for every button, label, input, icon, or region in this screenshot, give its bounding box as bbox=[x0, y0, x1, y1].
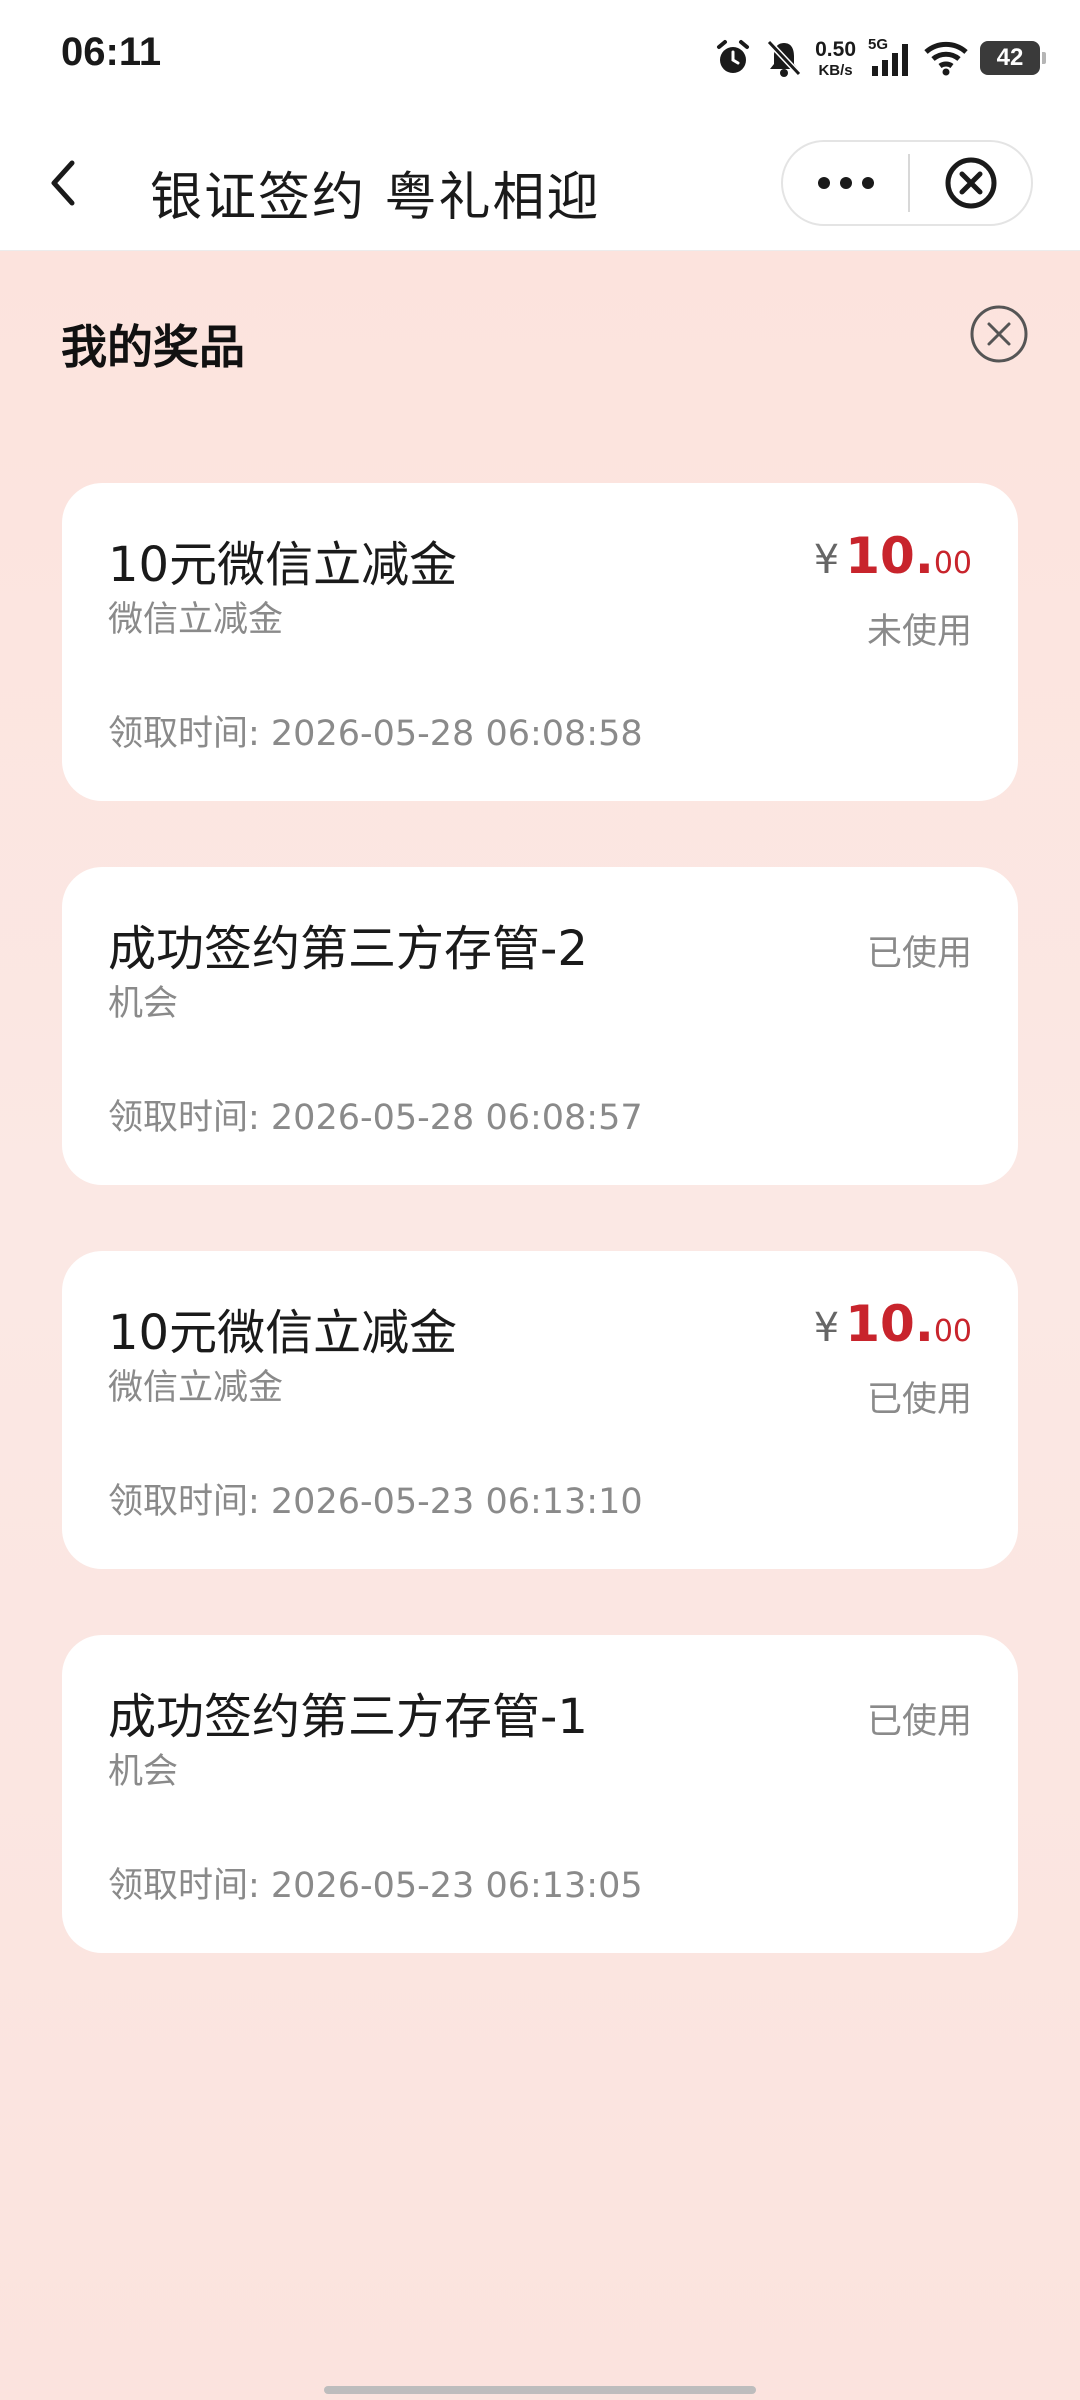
price-currency: ¥ bbox=[813, 1305, 840, 1351]
prize-price: ¥ 10. 00 bbox=[814, 527, 972, 585]
network-speed-value: 0.50 bbox=[815, 37, 856, 61]
prize-claim-time: 领取时间: 2026-05-23 06:13:05 bbox=[108, 1866, 643, 1906]
status-bar: 06:11 0.50 KB/s 5G 42 bbox=[0, 0, 1080, 115]
prize-claim-time: 领取时间: 2026-05-23 06:13:10 bbox=[108, 1482, 643, 1522]
prize-status: 未使用 bbox=[866, 612, 972, 652]
prize-status: 已使用 bbox=[866, 1702, 972, 1742]
alarm-icon bbox=[713, 38, 753, 78]
prize-card[interactable]: 10元微信立减金 微信立减金 ¥ 10. 00 已使用 领取时间: 2026-0… bbox=[62, 1251, 1018, 1569]
prize-card[interactable]: 成功签约第三方存管-2 机会 已使用 领取时间: 2026-05-28 06:0… bbox=[62, 867, 1018, 1185]
prize-name: 成功签约第三方存管-1 bbox=[108, 1689, 588, 1745]
back-arrow-icon[interactable] bbox=[36, 155, 92, 211]
prize-price: ¥ 10. 00 bbox=[814, 1295, 972, 1353]
network-type: 5G bbox=[868, 36, 889, 53]
prize-status: 已使用 bbox=[866, 1380, 972, 1420]
prize-subtype: 机会 bbox=[108, 1752, 179, 1792]
prize-card[interactable]: 10元微信立减金 微信立减金 ¥ 10. 00 未使用 领取时间: 2026-0… bbox=[62, 483, 1018, 801]
price-amount-dec: 00 bbox=[933, 546, 972, 581]
signal-icon: 5G bbox=[868, 36, 912, 80]
prizes-panel: 我的奖品 10元微信立减金 微信立减金 ¥ 10. 00 未使用 领取时间: 2… bbox=[0, 251, 1080, 2400]
wifi-icon bbox=[924, 40, 968, 76]
prize-subtype: 机会 bbox=[108, 984, 179, 1024]
prize-subtype: 微信立减金 bbox=[108, 600, 284, 640]
price-amount-int: 10. bbox=[845, 1295, 934, 1353]
battery-icon: 42 bbox=[980, 41, 1046, 75]
prize-claim-time: 领取时间: 2026-05-28 06:08:57 bbox=[108, 1098, 643, 1138]
prize-name: 10元微信立减金 bbox=[108, 1305, 458, 1361]
mute-bell-icon bbox=[765, 38, 803, 78]
prize-status: 已使用 bbox=[866, 934, 972, 974]
mini-program-capsule bbox=[781, 140, 1033, 226]
prize-name: 10元微信立减金 bbox=[108, 537, 458, 593]
prize-claim-time: 领取时间: 2026-05-28 06:08:58 bbox=[108, 714, 643, 754]
network-speed: 0.50 KB/s bbox=[815, 39, 856, 78]
status-time: 06:11 bbox=[61, 30, 162, 74]
nav-bar: 银证签约 粤礼相迎 bbox=[0, 115, 1080, 251]
price-amount-int: 10. bbox=[845, 527, 934, 585]
section-title: 我的奖品 bbox=[61, 320, 245, 374]
status-icons: 0.50 KB/s 5G 42 bbox=[713, 30, 1046, 86]
panel-close-icon[interactable] bbox=[968, 303, 1030, 365]
prize-subtype: 微信立减金 bbox=[108, 1368, 284, 1408]
price-amount-dec: 00 bbox=[933, 1314, 972, 1349]
prize-card[interactable]: 成功签约第三方存管-1 机会 已使用 领取时间: 2026-05-23 06:1… bbox=[62, 1635, 1018, 1953]
price-currency: ¥ bbox=[813, 537, 840, 583]
close-circle-icon[interactable] bbox=[910, 142, 1031, 224]
battery-level: 42 bbox=[996, 44, 1024, 71]
network-speed-unit: KB/s bbox=[818, 61, 853, 79]
page-title: 银证签约 粤礼相迎 bbox=[150, 168, 601, 228]
home-indicator[interactable] bbox=[324, 2386, 756, 2394]
more-dots-icon[interactable] bbox=[783, 142, 908, 224]
prize-name: 成功签约第三方存管-2 bbox=[108, 921, 588, 977]
